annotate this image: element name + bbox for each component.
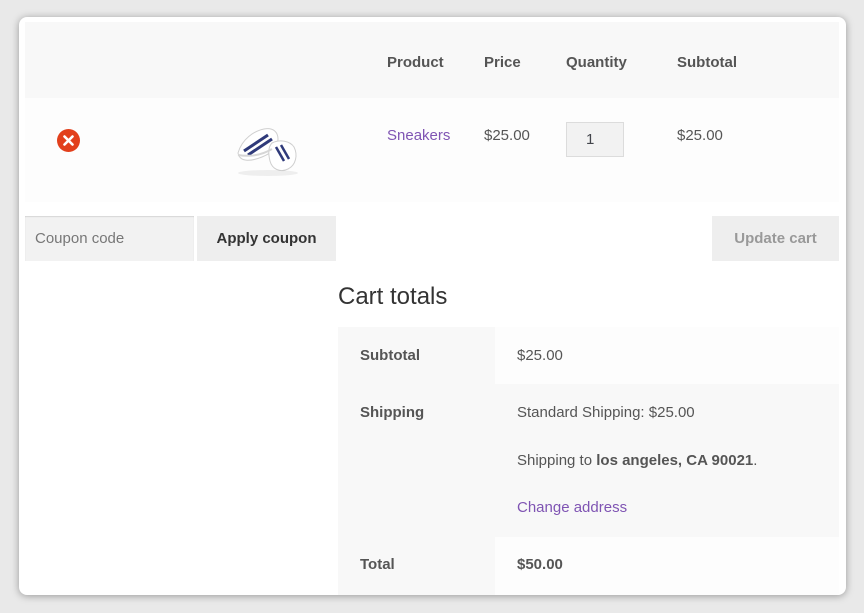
quantity-input[interactable] — [566, 122, 624, 157]
totals-subtotal-label: Subtotal — [360, 347, 420, 364]
header-product: Product — [387, 54, 444, 71]
totals-shipping-label: Shipping — [360, 404, 425, 421]
update-cart-button[interactable]: Update cart — [712, 216, 839, 261]
header-price: Price — [484, 54, 521, 71]
header-subtotal: Subtotal — [677, 54, 737, 71]
totals-subtotal-value: $25.00 — [517, 347, 563, 364]
shipping-destination: Shipping to los angeles, CA 90021. — [517, 452, 757, 469]
cart-totals-title: Cart totals — [338, 283, 448, 310]
close-icon — [63, 135, 74, 146]
change-address-link[interactable]: Change address — [517, 499, 627, 516]
product-price: $25.00 — [484, 127, 530, 144]
shipping-method: Standard Shipping: $25.00 — [517, 404, 695, 421]
sneakers-image[interactable] — [232, 117, 302, 179]
header-quantity: Quantity — [566, 54, 627, 71]
shipping-location: los angeles, CA 90021 — [596, 452, 754, 469]
totals-total-label: Total — [360, 556, 395, 573]
cart-card: Product Price Quantity Subtotal Sneakers… — [19, 17, 846, 595]
coupon-code-input[interactable] — [25, 216, 194, 261]
totals-total-value: $50.00 — [517, 556, 563, 573]
apply-coupon-button[interactable]: Apply coupon — [197, 216, 336, 261]
remove-item-button[interactable] — [57, 129, 80, 152]
shipping-to-suffix: . — [753, 452, 758, 469]
product-link-sneakers[interactable]: Sneakers — [387, 127, 450, 144]
shipping-to-prefix: Shipping to — [517, 452, 597, 469]
row-subtotal: $25.00 — [677, 127, 723, 144]
table-row — [25, 98, 839, 202]
